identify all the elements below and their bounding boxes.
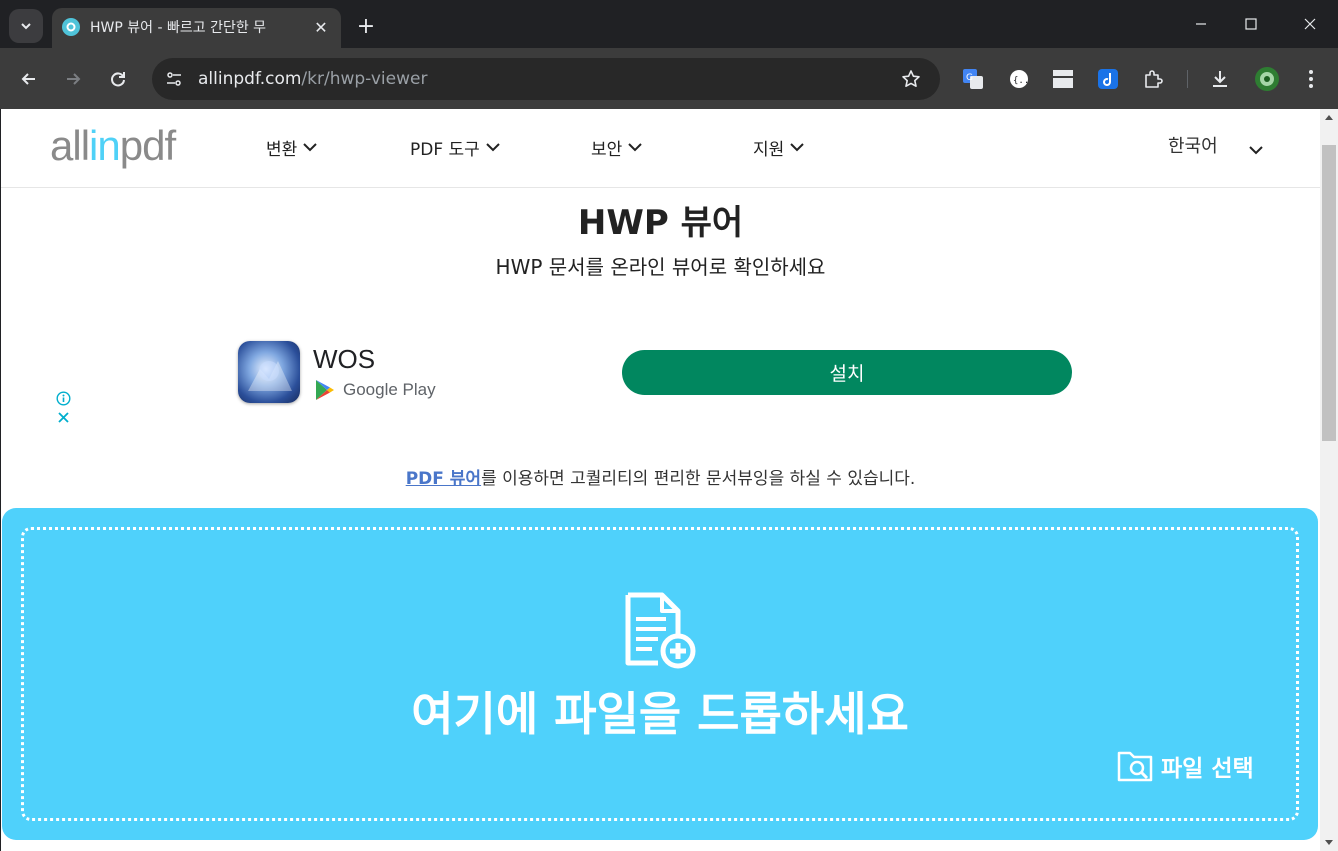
nav-support[interactable]: 지원 xyxy=(753,135,806,160)
tab-title: HWP 뷰어 - 빠르고 간단한 무 xyxy=(90,20,267,36)
nav-label: 지원 xyxy=(753,139,785,160)
file-dropzone[interactable]: 여기에 파일을 드롭하세요 파일 선택 xyxy=(2,508,1318,840)
google-play-icon xyxy=(316,380,334,400)
language-selector[interactable]: 한국어 xyxy=(1168,135,1218,159)
maximize-button[interactable] xyxy=(1237,10,1265,38)
web-page: allinpdf 변환 PDF 도구 보안 지원 한국어 HWP 뷰어 HWP … xyxy=(1,109,1320,851)
page-title: HWP 뷰어 xyxy=(577,203,744,243)
new-tab-button[interactable]: + xyxy=(352,12,380,40)
nav-label: 보안 xyxy=(591,139,623,160)
site-logo[interactable]: allinpdf xyxy=(50,121,176,171)
ad-close-icon[interactable] xyxy=(55,409,71,425)
choose-file-button[interactable]: 파일 선택 xyxy=(1117,747,1254,785)
google-play-badge[interactable]: Google Play xyxy=(315,378,436,402)
chevron-down-icon xyxy=(626,138,644,156)
dropzone-border xyxy=(21,527,1299,821)
arrow-left-icon xyxy=(21,73,35,85)
music-extension-icon[interactable] xyxy=(1097,68,1119,90)
dropzone-title: 여기에 파일을 드롭하세요 xyxy=(411,687,909,741)
tab-close-icon[interactable]: ✕ xyxy=(310,16,332,38)
nav-pdf-tools[interactable]: PDF 도구 xyxy=(410,135,502,160)
reload-icon xyxy=(111,72,125,87)
chevron-down-icon[interactable] xyxy=(1246,140,1266,160)
folder-search-icon xyxy=(1117,751,1153,782)
chevron-down-icon xyxy=(788,138,806,156)
pdf-viewer-link[interactable]: PDF 뷰어 xyxy=(406,469,481,489)
ad-install-button[interactable]: 설치 xyxy=(622,350,1072,395)
bookmark-star-icon[interactable] xyxy=(900,68,922,90)
url-text: allinpdf.com/kr/hwp-viewer xyxy=(198,68,427,90)
download-icon[interactable] xyxy=(1209,68,1231,90)
scrollbar-thumb[interactable] xyxy=(1322,145,1336,441)
url-path: /kr/hwp-viewer xyxy=(301,69,428,89)
nav-security[interactable]: 보안 xyxy=(591,135,644,160)
description-text: PDF 뷰어를 이용하면 고퀄리티의 편리한 문서뷰잉을 하실 수 있습니다. xyxy=(1,467,1320,491)
description-body: 를 이용하면 고퀄리티의 편리한 문서뷰잉을 하실 수 있습니다. xyxy=(481,469,916,489)
chevron-down-icon xyxy=(301,138,319,156)
minimize-button[interactable] xyxy=(1187,10,1215,38)
logo-pdf: pdf xyxy=(119,122,176,169)
code-extension-icon[interactable]: {..} xyxy=(1008,68,1030,90)
page-scrollbar[interactable] xyxy=(1320,109,1338,851)
close-icon xyxy=(1304,18,1316,30)
extensions-puzzle-icon[interactable] xyxy=(1142,68,1164,90)
reload-button[interactable] xyxy=(104,65,132,93)
ad-app-name[interactable]: WOS xyxy=(313,343,375,375)
logo-in: in xyxy=(89,122,121,169)
url-host: allinpdf.com xyxy=(198,69,302,89)
minimize-icon xyxy=(1196,23,1206,25)
profile-avatar[interactable] xyxy=(1255,67,1279,91)
scroll-up-arrow-icon[interactable] xyxy=(1325,115,1333,120)
ad-info-icon[interactable] xyxy=(55,390,71,406)
toolbar-separator xyxy=(1187,70,1188,88)
site-info-icon[interactable] xyxy=(164,69,184,89)
browser-tab-strip: HWP 뷰어 - 빠르고 간단한 무 ✕ + xyxy=(0,0,1338,48)
nav-convert[interactable]: 변환 xyxy=(266,135,319,160)
svg-text:G: G xyxy=(966,73,973,83)
tab-search-button[interactable] xyxy=(9,9,43,43)
address-bar[interactable]: allinpdf.com/kr/hwp-viewer xyxy=(152,58,940,100)
store-name: Google Play xyxy=(343,380,436,399)
page-subtitle: HWP 문서를 온라인 뷰어로 확인하세요 xyxy=(495,255,826,279)
close-window-button[interactable] xyxy=(1296,10,1324,38)
forward-button[interactable] xyxy=(59,65,87,93)
add-document-icon xyxy=(622,591,698,671)
logo-all: all xyxy=(50,122,90,169)
nav-label: PDF 도구 xyxy=(410,139,480,160)
browser-tab-active[interactable]: HWP 뷰어 - 빠르고 간단한 무 ✕ xyxy=(52,8,341,48)
window-extension-icon[interactable] xyxy=(1052,68,1074,90)
nav-label: 변환 xyxy=(266,139,298,160)
ad-app-icon[interactable] xyxy=(238,341,300,403)
site-header: allinpdf 변환 PDF 도구 보안 지원 한국어 xyxy=(1,109,1320,188)
chevron-down-icon xyxy=(21,23,31,30)
browser-menu-icon[interactable] xyxy=(1300,68,1322,90)
site-favicon-icon xyxy=(62,18,80,36)
back-button[interactable] xyxy=(15,65,43,93)
svg-text:{..}: {..} xyxy=(1013,76,1030,86)
maximize-icon xyxy=(1245,18,1257,30)
browser-toolbar: allinpdf.com/kr/hwp-viewer G {..} xyxy=(0,48,1338,109)
chevron-down-icon xyxy=(484,138,502,156)
scroll-down-arrow-icon[interactable] xyxy=(1325,840,1333,845)
google-translate-extension-icon[interactable]: G xyxy=(962,68,984,90)
arrow-right-icon xyxy=(67,73,81,85)
choose-file-label: 파일 선택 xyxy=(1161,756,1254,782)
